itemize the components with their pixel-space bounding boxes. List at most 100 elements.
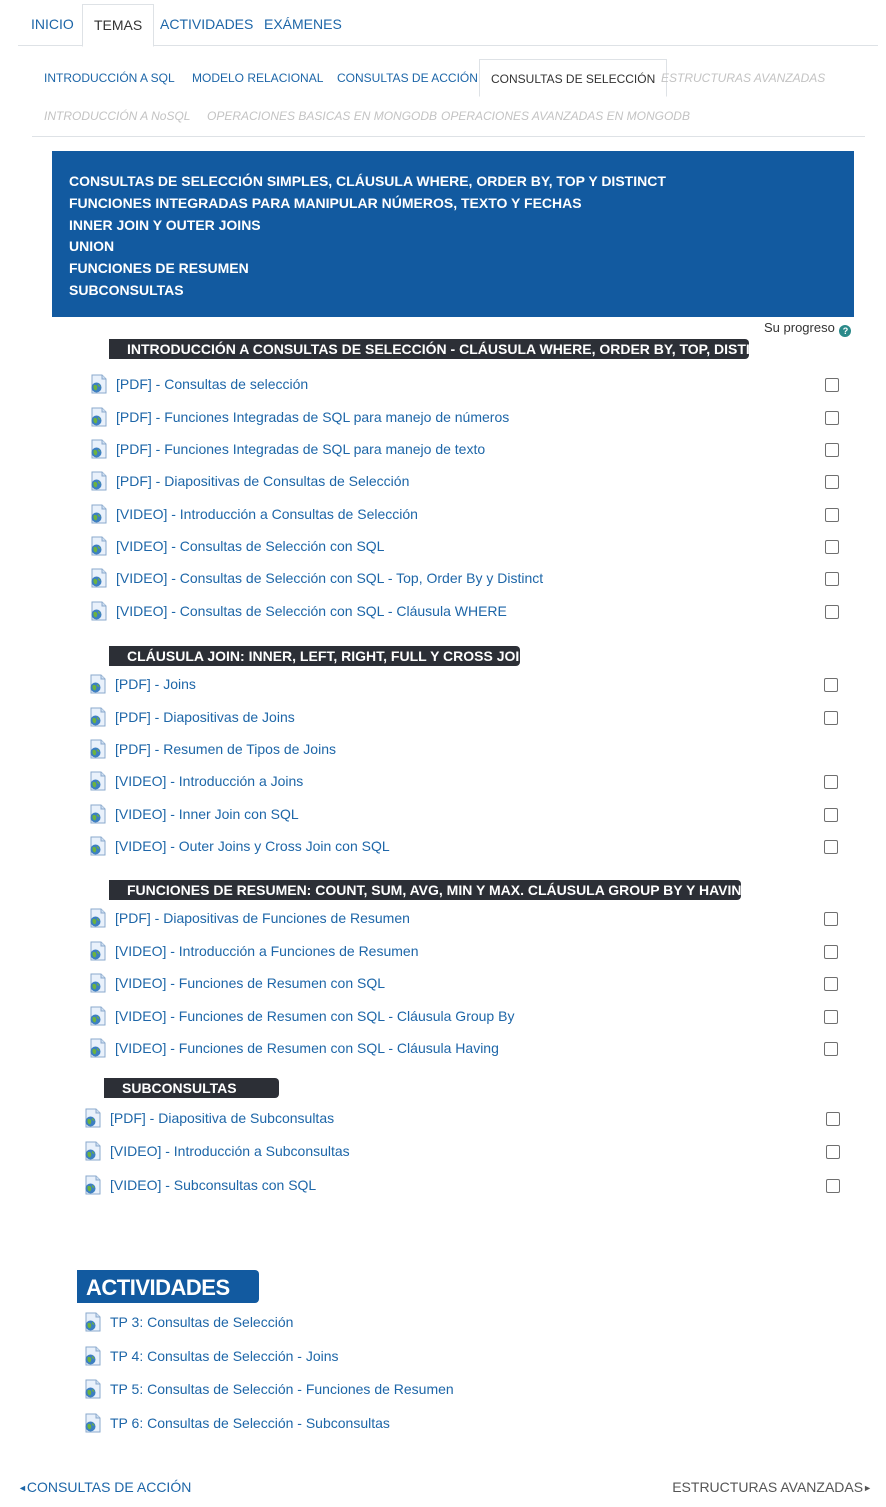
resource-label: [PDF] - Funciones Integradas de SQL para…: [116, 441, 486, 457]
completion-checkbox[interactable]: [826, 1145, 840, 1159]
section-heading: INTRODUCCIÓN A CONSULTAS DE SELECCIÓN - …: [109, 339, 779, 359]
url-resource-icon: [85, 1175, 101, 1195]
completion-checkbox[interactable]: [825, 475, 839, 489]
completion-checkbox[interactable]: [826, 1179, 840, 1193]
completion-checkbox[interactable]: [824, 1042, 838, 1056]
resource-label: [VIDEO] - Funciones de Resumen con SQL: [115, 975, 386, 991]
resource-label: [VIDEO] - Introducción a Consultas de Se…: [116, 506, 418, 522]
resource-label: [PDF] - Resumen de Tipos de Joins: [115, 741, 336, 757]
url-resource-icon: [90, 836, 106, 856]
resource-label: [VIDEO] - Introducción a Joins: [115, 773, 304, 789]
resource-label: [PDF] - Funciones Integradas de SQL para…: [116, 409, 510, 425]
url-resource-icon: [91, 568, 107, 588]
completion-checkbox[interactable]: [825, 378, 839, 392]
completion-checkbox[interactable]: [825, 411, 839, 425]
section-heading: SUBCONSULTAS: [104, 1078, 279, 1098]
actividades-heading: ACTIVIDADES: [77, 1270, 259, 1303]
help-icon[interactable]: ?: [839, 325, 852, 337]
resource-label: [VIDEO] - Introducción a Funciones de Re…: [115, 943, 419, 959]
topic-summary-banner: CONSULTAS DE SELECCIÓN SIMPLES, CLÁUSULA…: [52, 151, 854, 317]
section-heading: FUNCIONES DE RESUMEN: COUNT, SUM, AVG, M…: [109, 880, 752, 900]
activity-label: TP 3: Consultas de Selección: [110, 1314, 294, 1330]
arrow-right-icon: ►: [863, 1483, 872, 1493]
summary-line: FUNCIONES DE RESUMEN: [69, 260, 249, 277]
url-resource-icon: [91, 407, 107, 427]
next-section-label: ESTRUCTURAS AVANZADAS: [672, 1479, 864, 1495]
resource-label: [PDF] - Diapositivas de Consultas de Sel…: [116, 473, 410, 489]
progress-text: Su progreso: [764, 320, 835, 335]
subtab-introduccion-nosql: INTRODUCCIÓN A NoSQL: [44, 109, 191, 123]
summary-line: SUBCONSULTAS: [69, 281, 184, 298]
url-resource-icon: [90, 973, 106, 993]
url-resource-icon: [85, 1141, 101, 1161]
url-resource-icon: [90, 739, 106, 759]
url-resource-icon: [90, 674, 106, 694]
subtab-consultas-seleccion[interactable]: CONSULTAS DE SELECCIÓN: [479, 59, 668, 97]
url-resource-icon: [91, 439, 107, 459]
tab-inicio[interactable]: INICIO: [31, 4, 74, 46]
url-resource-icon: [85, 1346, 101, 1366]
completion-checkbox[interactable]: [824, 945, 838, 959]
resource-label: [PDF] - Diapositivas de Joins: [115, 709, 295, 725]
subtab-introduccion-sql[interactable]: INTRODUCCIÓN A SQL: [44, 59, 175, 97]
completion-checkbox[interactable]: [825, 605, 839, 619]
completion-checkbox[interactable]: [825, 572, 839, 586]
main-tab-bar: INICIO TEMAS ACTIVIDADES EXÁMENES: [18, 4, 878, 47]
resource-label: [PDF] - Diapositiva de Subconsultas: [110, 1110, 335, 1126]
tab-actividades[interactable]: ACTIVIDADES: [160, 4, 253, 46]
tab-temas[interactable]: TEMAS: [82, 4, 155, 47]
completion-checkbox[interactable]: [825, 443, 839, 457]
next-section-link[interactable]: ESTRUCTURAS AVANZADAS►: [672, 1477, 872, 1497]
arrow-left-icon: ◄: [18, 1483, 27, 1493]
url-resource-icon: [90, 1038, 106, 1058]
subtab-modelo-relacional[interactable]: MODELO RELACIONAL: [192, 59, 323, 97]
resource-label: [VIDEO] - Consultas de Selección con SQL…: [116, 570, 544, 586]
url-resource-icon: [90, 707, 106, 727]
topic-tab-bar: INTRODUCCIÓN A SQL MODELO RELACIONAL CON…: [32, 59, 865, 137]
url-resource-icon: [90, 1006, 106, 1026]
url-resource-icon: [91, 536, 107, 556]
resource-label: [VIDEO] - Inner Join con SQL: [115, 806, 299, 822]
url-resource-icon: [85, 1312, 101, 1332]
completion-checkbox[interactable]: [825, 540, 839, 554]
tab-examenes[interactable]: EXÁMENES: [264, 4, 342, 46]
url-resource-icon: [90, 908, 106, 928]
completion-checkbox[interactable]: [824, 977, 838, 991]
prev-section-label: CONSULTAS DE ACCIÓN: [26, 1479, 192, 1495]
url-resource-icon: [85, 1379, 101, 1399]
url-resource-icon: [85, 1413, 101, 1433]
section-heading: CLÁUSULA JOIN: INNER, LEFT, RIGHT, FULL …: [109, 646, 529, 666]
completion-checkbox[interactable]: [824, 711, 838, 725]
resource-label: [VIDEO] - Funciones de Resumen con SQL -…: [115, 1008, 515, 1024]
url-resource-icon: [85, 1108, 101, 1128]
url-resource-icon: [90, 941, 106, 961]
progress-label: Su progreso ?: [764, 320, 852, 337]
resource-label: [VIDEO] - Introducción a Subconsultas: [110, 1143, 350, 1159]
completion-checkbox[interactable]: [825, 508, 839, 522]
resource-label: [VIDEO] - Consultas de Selección con SQL: [116, 538, 385, 554]
url-resource-icon: [91, 601, 107, 621]
summary-line: FUNCIONES INTEGRADAS PARA MANIPULAR NÚME…: [69, 194, 582, 211]
subtab-consultas-accion[interactable]: CONSULTAS DE ACCIÓN: [337, 59, 478, 97]
resource-label: [PDF] - Diapositivas de Funciones de Res…: [115, 910, 410, 926]
resource-label: [VIDEO] - Funciones de Resumen con SQL -…: [115, 1040, 499, 1056]
summary-line: UNION: [69, 238, 115, 255]
completion-checkbox[interactable]: [824, 1010, 838, 1024]
completion-checkbox[interactable]: [824, 808, 838, 822]
completion-checkbox[interactable]: [826, 1112, 840, 1126]
url-resource-icon: [90, 771, 106, 791]
activity-label: TP 6: Consultas de Selección - Subconsul…: [110, 1415, 390, 1431]
completion-checkbox[interactable]: [824, 678, 838, 692]
resource-label: [PDF] - Joins: [115, 676, 196, 692]
subtab-estructuras-avanzadas: ESTRUCTURAS AVANZADAS: [661, 71, 826, 85]
prev-section-link[interactable]: ◄CONSULTAS DE ACCIÓN: [18, 1477, 191, 1497]
completion-checkbox[interactable]: [824, 840, 838, 854]
completion-checkbox[interactable]: [824, 912, 838, 926]
completion-checkbox[interactable]: [824, 775, 838, 789]
summary-line: INNER JOIN Y OUTER JOINS: [69, 216, 261, 233]
resource-label: [VIDEO] - Outer Joins y Cross Join con S…: [115, 838, 390, 854]
activity-label: TP 5: Consultas de Selección - Funciones…: [110, 1381, 454, 1397]
resource-label: [VIDEO] - Consultas de Selección con SQL…: [116, 603, 507, 619]
url-resource-icon: [91, 374, 107, 394]
url-resource-icon: [91, 471, 107, 491]
